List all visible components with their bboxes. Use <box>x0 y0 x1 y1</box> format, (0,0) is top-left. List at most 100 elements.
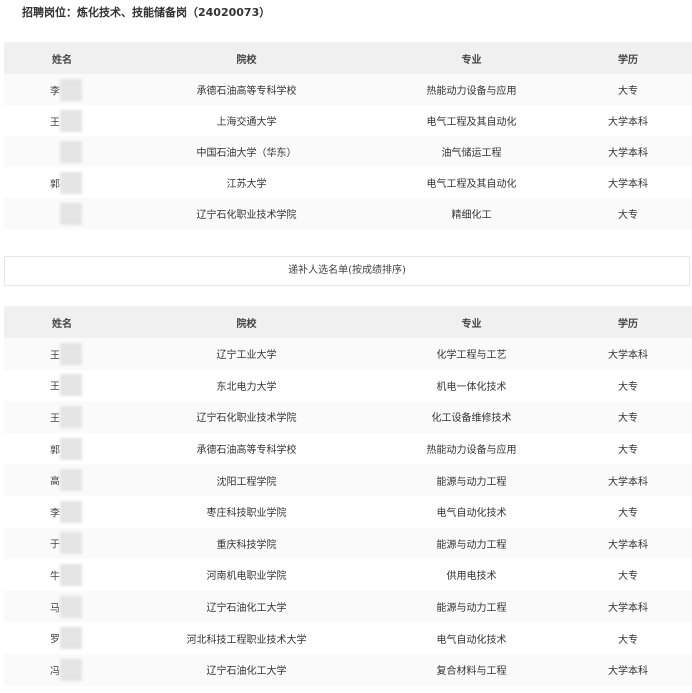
admitted-table: 姓名 院校 专业 学历 李承德石油高等专科学校 热能动力设备与应用 大专王上海交通大… <box>4 42 692 229</box>
cell-name <box>4 136 114 167</box>
person-name: 李 <box>50 86 60 97</box>
cell-edu: 大学本科 <box>608 350 648 362</box>
cell-name: 王 <box>4 370 114 402</box>
table-row: 于 重庆科技学院 能源与动力工程 大学本科 <box>4 527 692 560</box>
cell-edu: 大专 <box>618 413 638 425</box>
cell-edu: 大学本科 <box>608 476 648 488</box>
table-row: 王 辽宁石化职业技术学院 化工设备维修技术 大专 <box>4 401 692 433</box>
table-row: 李 枣庄科技职业学院 电气自动化技术 大专 <box>4 495 692 528</box>
header-major: 专业 <box>461 54 482 66</box>
table-row: 马 辽宁石油化工大学 能源与动力工程 大学本科 <box>4 590 692 623</box>
name-redaction-blur <box>60 469 82 492</box>
cell-major: 化工设备维修技术 <box>431 413 512 425</box>
supplement-title: 递补人选名单(按成绩排序) <box>4 256 690 286</box>
cell-major: 电气自动化技术 <box>436 634 507 646</box>
cell-name: 高 <box>4 464 114 496</box>
cell-name: 罗 <box>4 622 114 654</box>
cell-school: 河南机电职业学院 <box>206 571 287 583</box>
table-header-row: 姓名 院校 专业 学历 <box>4 42 692 74</box>
cell-major: 热能动力设备与应用 <box>426 86 517 97</box>
cell-school: 辽宁石化职业技术学院 <box>196 210 297 221</box>
header-school: 院校 <box>236 318 257 330</box>
name-redaction-blur <box>60 78 82 101</box>
cell-major: 电气工程及其自动化 <box>426 117 517 128</box>
cell-school: 东北电力大学 <box>216 381 277 393</box>
table-row: 郭 江苏大学 电气工程及其自动化 大学本科 <box>4 167 692 198</box>
cell-name: 冯 <box>4 654 114 686</box>
cell-school: 辽宁工业大学 <box>216 350 277 362</box>
cell-school: 辽宁石化职业技术学院 <box>196 413 297 425</box>
cell-school: 枣庄科技职业学院 <box>206 508 287 520</box>
name-redaction-blur <box>60 171 82 194</box>
name-redaction-blur <box>60 595 82 618</box>
cell-edu: 大专 <box>618 571 638 583</box>
name-redaction-blur <box>60 202 82 225</box>
cell-edu: 大专 <box>618 381 638 393</box>
cell-major: 供用电技术 <box>446 571 497 583</box>
cell-edu: 大学本科 <box>608 603 648 615</box>
table-row: 中国石油大学（华东） 油气储运工程 大学本科 <box>4 136 692 167</box>
page-title: 招聘岗位：炼化技术、技能储备岗（24020073） <box>22 6 271 19</box>
cell-edu: 大专 <box>618 634 638 646</box>
table-row: 李 承德石油高等专科学校 热能动力设备与应用 大专 <box>4 74 692 105</box>
cell-edu: 大学本科 <box>608 179 648 190</box>
cell-school: 沈阳工程学院 <box>216 476 277 488</box>
cell-major: 能源与动力工程 <box>436 603 507 615</box>
cell-edu: 大学本科 <box>608 117 648 128</box>
person-name: 牛 <box>50 571 60 583</box>
name-redaction-blur <box>60 374 82 397</box>
cell-school: 江苏大学 <box>226 179 267 190</box>
header-school: 院校 <box>236 54 257 66</box>
name-redaction-blur <box>60 563 82 586</box>
cell-major: 电气工程及其自动化 <box>426 179 517 190</box>
cell-major: 电气自动化技术 <box>436 508 507 520</box>
cell-edu: 大学本科 <box>608 539 648 551</box>
cell-school: 承德石油高等专科学校 <box>196 86 297 97</box>
cell-name <box>4 198 114 229</box>
cell-edu: 大专 <box>618 445 638 457</box>
person-name: 郭 <box>50 445 60 457</box>
cell-name: 郭 <box>4 433 114 465</box>
name-redaction-blur <box>60 109 82 132</box>
header-edu: 学历 <box>618 54 638 66</box>
name-redaction-blur <box>60 405 82 428</box>
cell-major: 热能动力设备与应用 <box>426 445 517 457</box>
header-edu: 学历 <box>618 318 638 330</box>
table-row: 罗 河北科技工程职业技术大学 电气自动化技术 大专 <box>4 622 692 654</box>
cell-name: 王 <box>4 338 114 370</box>
cell-name: 郭 <box>4 167 114 198</box>
person-name: 高 <box>50 476 60 488</box>
person-name: 冯 <box>50 666 60 678</box>
cell-name: 于 <box>4 528 114 560</box>
name-redaction-blur <box>60 437 82 460</box>
table-row: 王 东北电力大学 机电一体化技术 大专 <box>4 369 692 402</box>
cell-major: 能源与动力工程 <box>436 476 507 488</box>
table-row: 高 沈阳工程学院 能源与动力工程 大学本科 <box>4 464 692 496</box>
table-row: 郭 承德石油高等专科学校 热能动力设备与应用 大专 <box>4 432 692 465</box>
cell-school: 河北科技工程职业技术大学 <box>186 634 307 646</box>
cell-name: 李 <box>4 74 114 105</box>
header-major: 专业 <box>461 318 482 330</box>
cell-major: 复合材料与工程 <box>436 666 507 678</box>
cell-major: 机电一体化技术 <box>436 381 507 393</box>
name-redaction-blur <box>60 500 82 523</box>
header-name: 姓名 <box>52 318 72 330</box>
cell-name: 马 <box>4 591 114 623</box>
cell-major: 能源与动力工程 <box>436 539 507 551</box>
cell-edu: 大专 <box>618 508 638 520</box>
person-name: 于 <box>50 539 60 551</box>
cell-school: 中国石油大学（华东） <box>196 148 297 159</box>
cell-school: 重庆科技学院 <box>216 539 277 551</box>
cell-major: 精细化工 <box>451 210 492 221</box>
supplement-table: 姓名 院校 专业 学历 王辽宁工业大学 化学工程与工艺 大学本科王东北电力大学 机电一… <box>4 306 692 686</box>
person-name: 王 <box>50 117 60 128</box>
person-name: 王 <box>50 381 60 393</box>
name-redaction-blur <box>60 342 82 365</box>
cell-edu: 大学本科 <box>608 148 648 159</box>
header-name: 姓名 <box>52 54 72 66</box>
person-name: 李 <box>50 508 60 520</box>
table-row: 牛 河南机电职业学院 供用电技术 大专 <box>4 559 692 591</box>
cell-edu: 大专 <box>618 210 638 221</box>
table-row: 王 上海交通大学 电气工程及其自动化 大学本科 <box>4 105 692 136</box>
name-redaction-blur <box>60 140 82 163</box>
